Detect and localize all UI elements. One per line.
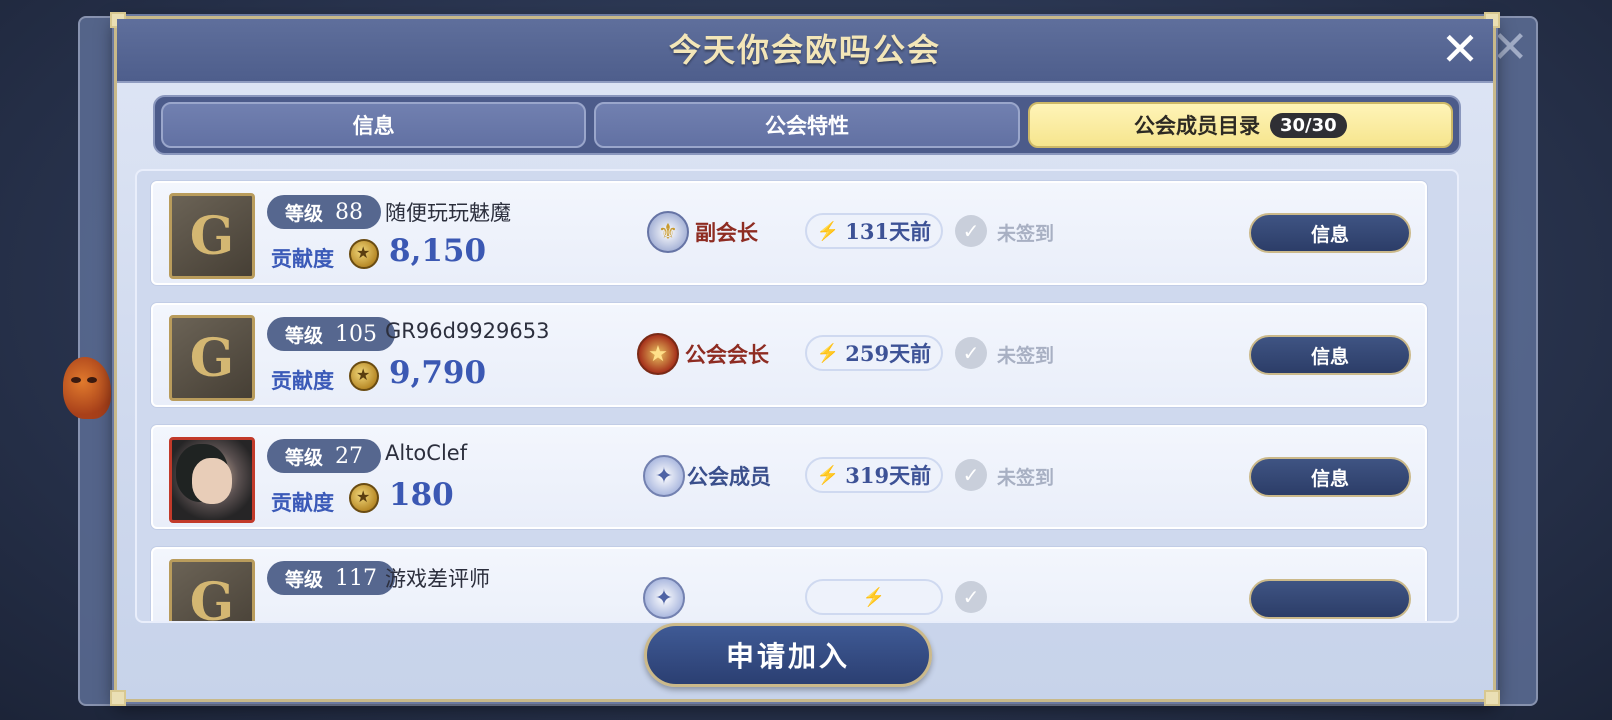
guild-leader-icon: ★ bbox=[637, 333, 679, 375]
contribution-coin-icon bbox=[349, 361, 379, 391]
member-list[interactable]: G 等级 88 随便玩玩魅魔 贡献度 8,150 ⚜ 副会长 ⚡ 131天前 ✓… bbox=[135, 169, 1459, 623]
guild-avatar-icon[interactable]: G bbox=[169, 193, 255, 279]
member-count-badge: 30/30 bbox=[1269, 112, 1347, 138]
contribution-value: 8,150 bbox=[389, 233, 487, 269]
guild-avatar-icon[interactable]: G bbox=[169, 315, 255, 401]
level-label: 等级 bbox=[285, 202, 324, 225]
last-login-text: 319天前 bbox=[845, 463, 932, 488]
level-value: 88 bbox=[335, 199, 364, 225]
contribution-coin-icon bbox=[349, 239, 379, 269]
lightning-icon: ⚡ bbox=[816, 220, 840, 242]
member-row: G 等级 88 随便玩玩魅魔 贡献度 8,150 ⚜ 副会长 ⚡ 131天前 ✓… bbox=[151, 181, 1427, 285]
lightning-icon: ⚡ bbox=[816, 342, 840, 364]
member-name: 随便玩玩魅魔 bbox=[385, 201, 511, 225]
level-value: 27 bbox=[335, 443, 364, 469]
member-name: GR96d9929653 bbox=[385, 319, 550, 343]
tab-bar: 信息 公会特性 公会成员目录 30/30 bbox=[153, 95, 1461, 155]
checkmark-icon: ✓ bbox=[955, 215, 987, 247]
close-icon[interactable]: ✕ bbox=[1435, 25, 1485, 75]
last-login-text: 259天前 bbox=[845, 341, 932, 366]
checkmark-icon: ✓ bbox=[955, 337, 987, 369]
level-label: 等级 bbox=[285, 446, 324, 469]
member-name: 游戏差评师 bbox=[385, 567, 490, 591]
last-login-badge: ⚡ bbox=[805, 579, 943, 615]
tab-label: 信息 bbox=[352, 114, 395, 138]
vice-leader-icon: ⚜ bbox=[647, 211, 689, 253]
member-role: 公会成员 bbox=[687, 465, 771, 489]
apply-join-button[interactable]: 申请加入 bbox=[644, 623, 932, 687]
portrait-face bbox=[192, 458, 232, 504]
member-icon: ✦ bbox=[643, 455, 685, 497]
checkin-status: 未签到 bbox=[997, 345, 1055, 367]
checkmark-icon: ✓ bbox=[955, 459, 987, 491]
guild-avatar-icon[interactable]: G bbox=[169, 559, 255, 621]
guild-title: 今天你会欧吗公会 bbox=[668, 31, 941, 69]
tab-label: 公会特性 bbox=[764, 114, 849, 138]
member-role: 公会会长 bbox=[685, 343, 769, 367]
member-row: G 等级 105 GR96d9929653 贡献度 9,790 ★ 公会会长 ⚡… bbox=[151, 303, 1427, 407]
level-label: 等级 bbox=[285, 568, 324, 591]
contribution-coin-icon bbox=[349, 483, 379, 513]
member-info-button[interactable]: 信息 bbox=[1249, 457, 1411, 497]
corner-ornament bbox=[110, 690, 126, 706]
last-login-badge: ⚡ 319天前 bbox=[805, 457, 943, 493]
dialog-header: 今天你会欧吗公会 ✕ bbox=[117, 19, 1493, 83]
member-info-button[interactable] bbox=[1249, 579, 1411, 619]
tab-label: 公会成员目录 bbox=[1133, 114, 1260, 138]
level-badge: 等级 105 bbox=[267, 317, 396, 351]
contribution-value: 9,790 bbox=[389, 355, 487, 391]
member-info-button[interactable]: 信息 bbox=[1249, 213, 1411, 253]
level-value: 117 bbox=[335, 565, 378, 591]
member-info-button[interactable]: 信息 bbox=[1249, 335, 1411, 375]
character-portrait-avatar[interactable] bbox=[169, 437, 255, 523]
checkin-status: 未签到 bbox=[997, 223, 1055, 245]
level-badge: 等级 117 bbox=[267, 561, 396, 595]
last-login-badge: ⚡ 131天前 bbox=[805, 213, 943, 249]
member-icon: ✦ bbox=[643, 577, 685, 619]
contribution-label: 贡献度 bbox=[271, 491, 334, 515]
contribution-label: 贡献度 bbox=[271, 369, 334, 393]
tab-info[interactable]: 信息 bbox=[161, 102, 587, 148]
tab-guild-traits[interactable]: 公会特性 bbox=[594, 102, 1020, 148]
checkin-status: 未签到 bbox=[997, 467, 1055, 489]
member-row: G 等级 117 游戏差评师 ✦ ⚡ ✓ bbox=[151, 547, 1427, 621]
tab-member-directory[interactable]: 公会成员目录 30/30 bbox=[1027, 102, 1453, 148]
last-login-badge: ⚡ 259天前 bbox=[805, 335, 943, 371]
level-badge: 等级 27 bbox=[267, 439, 382, 473]
level-value: 105 bbox=[335, 321, 378, 347]
member-role: 副会长 bbox=[695, 221, 758, 245]
checkmark-icon: ✓ bbox=[955, 581, 987, 613]
contribution-label: 贡献度 bbox=[271, 247, 334, 271]
contribution-value: 180 bbox=[389, 477, 454, 513]
corner-ornament bbox=[1484, 690, 1500, 706]
member-row: 等级 27 AltoClef 贡献度 180 ✦ 公会成员 ⚡ 319天前 ✓ … bbox=[151, 425, 1427, 529]
member-name: AltoClef bbox=[385, 441, 468, 465]
guild-dialog: 今天你会欧吗公会 ✕ 信息 公会特性 公会成员目录 30/30 G 等级 88 … bbox=[110, 12, 1500, 706]
lightning-icon: ⚡ bbox=[816, 464, 840, 486]
last-login-text: 131天前 bbox=[845, 219, 932, 244]
lightning-icon: ⚡ bbox=[862, 586, 886, 608]
level-badge: 等级 88 bbox=[267, 195, 382, 229]
level-label: 等级 bbox=[285, 324, 324, 347]
